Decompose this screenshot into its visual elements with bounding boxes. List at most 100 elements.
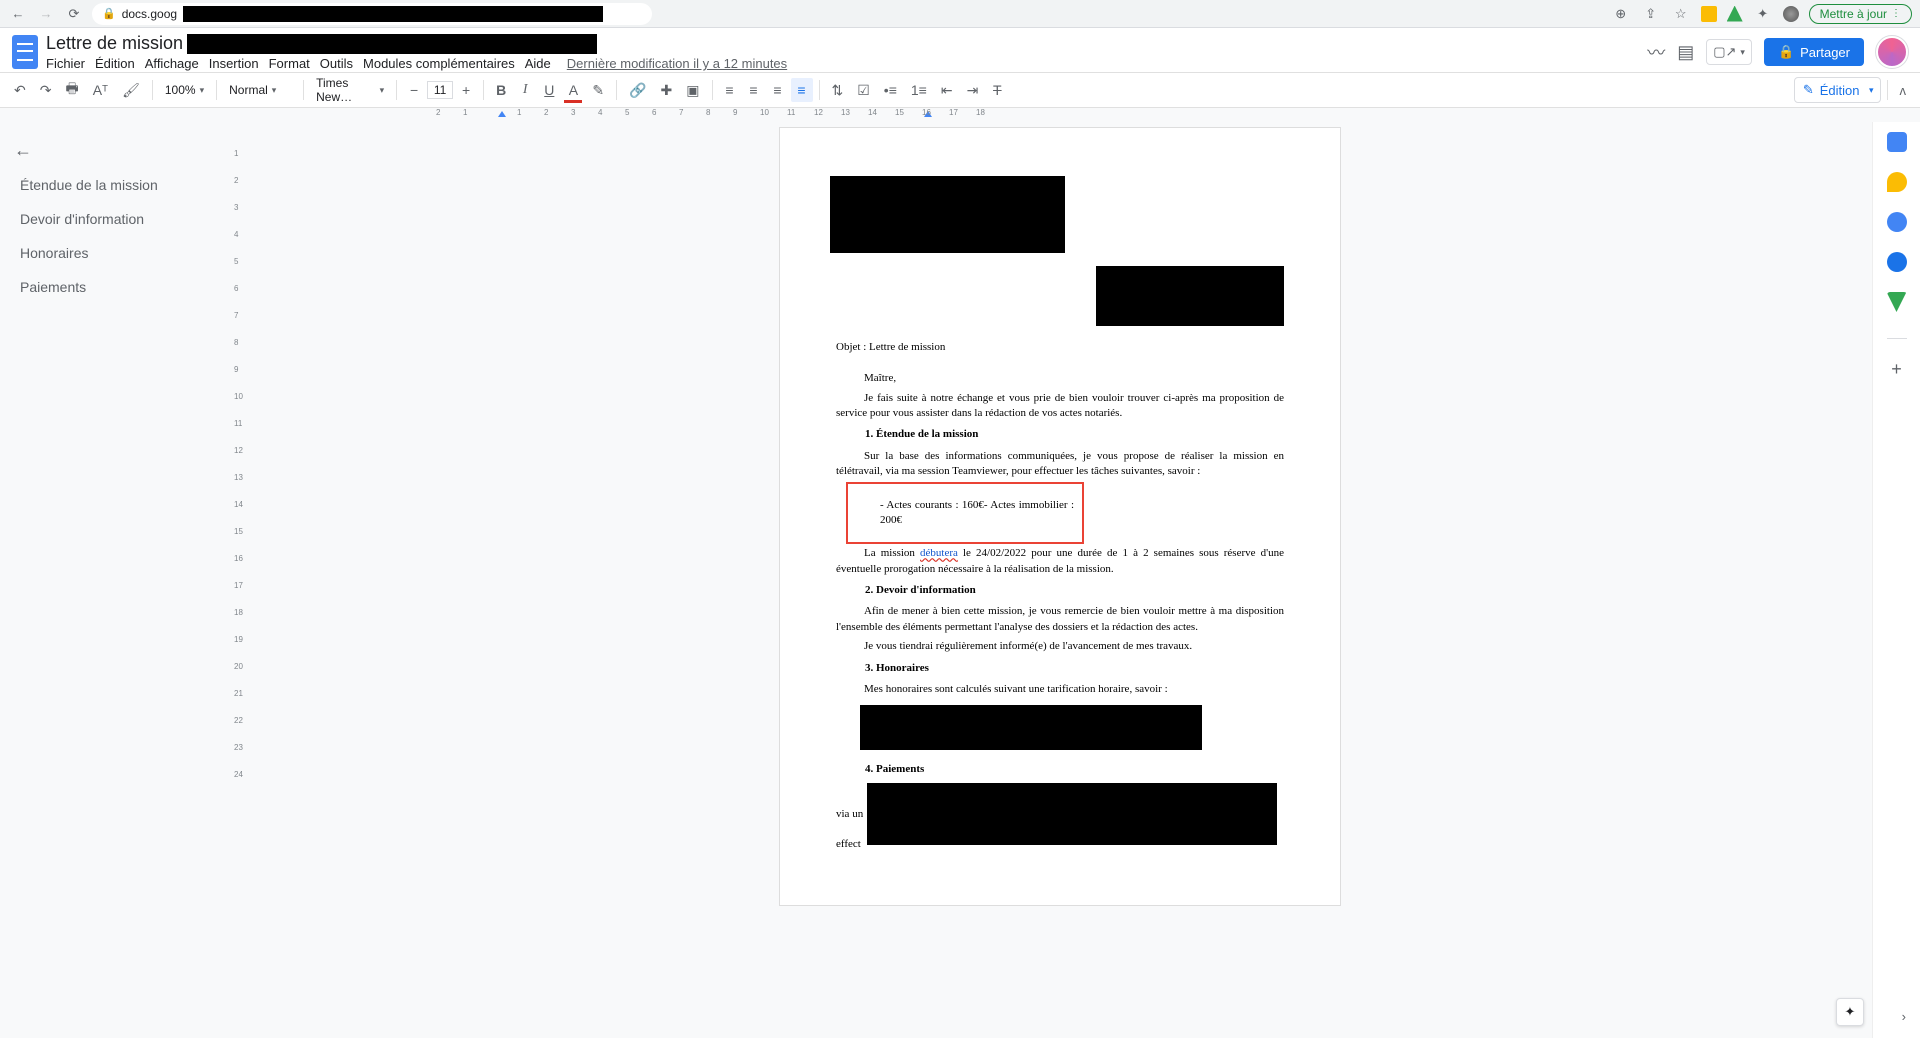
highlighted-selection: - Actes courants : 160€- Actes immobilie… — [846, 482, 1084, 545]
clear-formatting-button[interactable]: T — [986, 78, 1008, 102]
section-2-p2: Je vous tiendrai régulièrement informé(e… — [836, 639, 1284, 654]
subject-line: Objet : Lettre de mission — [836, 340, 1284, 355]
menu-insert[interactable]: Insertion — [209, 56, 259, 71]
bulleted-list-button[interactable]: •≡ — [878, 78, 903, 102]
section-2-title: Devoir d'information — [876, 583, 1284, 598]
section-1-p2: La mission débutera le 24/02/2022 pour u… — [836, 546, 1284, 577]
paragraph-style-dropdown[interactable]: Normal▾ — [223, 81, 297, 99]
profile-avatar-icon[interactable] — [1783, 6, 1799, 22]
maps-icon[interactable] — [1887, 292, 1907, 312]
paint-format-button[interactable]: 🖌 — [116, 78, 146, 103]
page-1[interactable]: Objet : Lettre de mission Maître, Je fai… — [780, 128, 1340, 905]
lock-icon: 🔒 — [102, 7, 116, 20]
decrease-font-button[interactable]: − — [403, 78, 425, 102]
print-button[interactable]: 🖶 — [59, 74, 84, 106]
reload-button[interactable]: ⟳ — [64, 6, 84, 22]
user-avatar[interactable] — [1876, 36, 1908, 68]
underline-button[interactable]: U — [538, 78, 560, 102]
italic-button[interactable]: I — [514, 78, 536, 102]
calendar-icon[interactable] — [1887, 132, 1907, 152]
document-title[interactable]: Lettre de mission — [46, 33, 183, 54]
browser-chrome-bar: ← → ⟳ 🔒 docs.goog ⊕ ⇪ ☆ ✦ Mettre à jour … — [0, 0, 1920, 28]
share-label: Partager — [1800, 45, 1850, 60]
editing-mode-dropdown[interactable]: ✎ Édition ▾ — [1794, 77, 1881, 103]
pricing-line: - Actes courants : 160€- Actes immobilie… — [880, 498, 1074, 529]
comments-icon[interactable]: ▤ — [1677, 42, 1694, 63]
back-button[interactable]: ← — [8, 6, 28, 21]
section-4-title: Paiements — [876, 762, 1284, 777]
tasks-icon[interactable] — [1887, 212, 1907, 232]
extension-icon-2[interactable] — [1727, 6, 1743, 22]
zoom-icon[interactable]: ⊕ — [1611, 6, 1631, 22]
align-right-button[interactable]: ≡ — [767, 78, 789, 102]
outline-item[interactable]: Paiements — [8, 271, 222, 303]
redacted-title-suffix — [187, 34, 597, 54]
undo-button[interactable]: ↶ — [8, 78, 32, 103]
extensions-icon[interactable]: ✦ — [1753, 6, 1773, 22]
address-bar[interactable]: 🔒 docs.goog — [92, 3, 652, 25]
share-button[interactable]: 🔒 Partager — [1764, 38, 1864, 66]
redacted-block-fees — [860, 705, 1202, 750]
lock-share-icon: 🔒 — [1778, 44, 1794, 60]
align-left-button[interactable]: ≡ — [719, 78, 741, 102]
redo-button[interactable]: ↷ — [34, 78, 58, 103]
contacts-icon[interactable] — [1887, 252, 1907, 272]
redacted-url — [183, 6, 603, 22]
redacted-block-header-2 — [1096, 266, 1284, 326]
add-addon-icon[interactable]: + — [1887, 359, 1907, 379]
outline-item[interactable]: Honoraires — [8, 237, 222, 269]
vertical-ruler[interactable]: 123456789101112131415161718192021222324 — [230, 122, 248, 1038]
last-edit-link[interactable]: Dernière modification il y a 12 minutes — [567, 56, 787, 71]
menu-help[interactable]: Aide — [525, 56, 551, 71]
checklist-button[interactable]: ☑ — [851, 78, 876, 103]
docs-logo-icon[interactable] — [12, 35, 38, 69]
toolbar: ↶ ↷ 🖶 Aᵀ 🖌 100%▾ Normal▾ Times New…▾ − 1… — [0, 72, 1920, 108]
extension-icon-1[interactable] — [1701, 6, 1717, 22]
outline-item[interactable]: Étendue de la mission — [8, 169, 222, 201]
forward-button[interactable]: → — [36, 6, 56, 21]
document-outline-panel: ← Étendue de la mission Devoir d'informa… — [0, 122, 230, 1038]
keep-icon[interactable] — [1887, 172, 1907, 192]
align-justify-button[interactable]: ≡ — [791, 78, 813, 102]
intro-paragraph: Je fais suite à notre échange et vous pr… — [836, 391, 1284, 422]
numbered-list-button[interactable]: 1≡ — [905, 78, 933, 102]
increase-indent-button[interactable]: ⇥ — [961, 78, 985, 103]
section-1-p1: Sur la base des informations communiquée… — [836, 449, 1284, 480]
highlight-button[interactable]: ✎ — [586, 78, 610, 103]
decrease-indent-button[interactable]: ⇤ — [935, 78, 959, 103]
menu-view[interactable]: Affichage — [145, 56, 199, 71]
via-text: via un — [836, 807, 863, 822]
line-spacing-button[interactable]: ⇅ — [826, 78, 850, 103]
menu-format[interactable]: Format — [269, 56, 310, 71]
insert-comment-button[interactable]: ✚ — [655, 78, 679, 103]
outline-item[interactable]: Devoir d'information — [8, 203, 222, 235]
increase-font-button[interactable]: + — [455, 78, 477, 102]
hide-menus-button[interactable]: ʌ — [1894, 79, 1913, 102]
outline-collapse-button[interactable]: ← — [8, 134, 222, 167]
horizontal-ruler[interactable]: 21123456789101112131415161718 — [0, 108, 1920, 122]
activity-icon[interactable]: 〰 — [1647, 39, 1665, 65]
insert-image-button[interactable]: ▣ — [680, 78, 705, 103]
menu-tools[interactable]: Outils — [320, 56, 353, 71]
menu-edit[interactable]: Édition — [95, 56, 135, 71]
browser-update-button[interactable]: Mettre à jour ⋮ — [1809, 4, 1912, 24]
menu-file[interactable]: Fichier — [46, 56, 85, 71]
section-2-p1: Afin de mener à bien cette mission, je v… — [836, 604, 1284, 635]
section-3-title: Honoraires — [876, 661, 1284, 676]
collapse-side-panel-button[interactable]: › — [1902, 1009, 1906, 1024]
zoom-dropdown[interactable]: 100%▾ — [159, 81, 210, 99]
share-browser-icon[interactable]: ⇪ — [1641, 6, 1661, 22]
section-3-p1: Mes honoraires sont calculés suivant une… — [836, 682, 1284, 697]
font-size-input[interactable]: 11 — [427, 81, 453, 99]
spellcheck-button[interactable]: Aᵀ — [87, 78, 114, 102]
menu-addons[interactable]: Modules complémentaires — [363, 56, 515, 71]
text-color-button[interactable]: A — [562, 78, 584, 102]
font-family-dropdown[interactable]: Times New…▾ — [310, 74, 390, 106]
document-canvas[interactable]: Objet : Lettre de mission Maître, Je fai… — [248, 122, 1872, 1038]
bold-button[interactable]: B — [490, 78, 512, 102]
explore-button[interactable]: ✦ — [1836, 998, 1864, 1026]
align-center-button[interactable]: ≡ — [743, 78, 765, 102]
insert-link-button[interactable]: 🔗 — [623, 78, 652, 103]
bookmark-icon[interactable]: ☆ — [1671, 6, 1691, 22]
present-button[interactable]: ▢↗ ▾ — [1706, 39, 1752, 65]
